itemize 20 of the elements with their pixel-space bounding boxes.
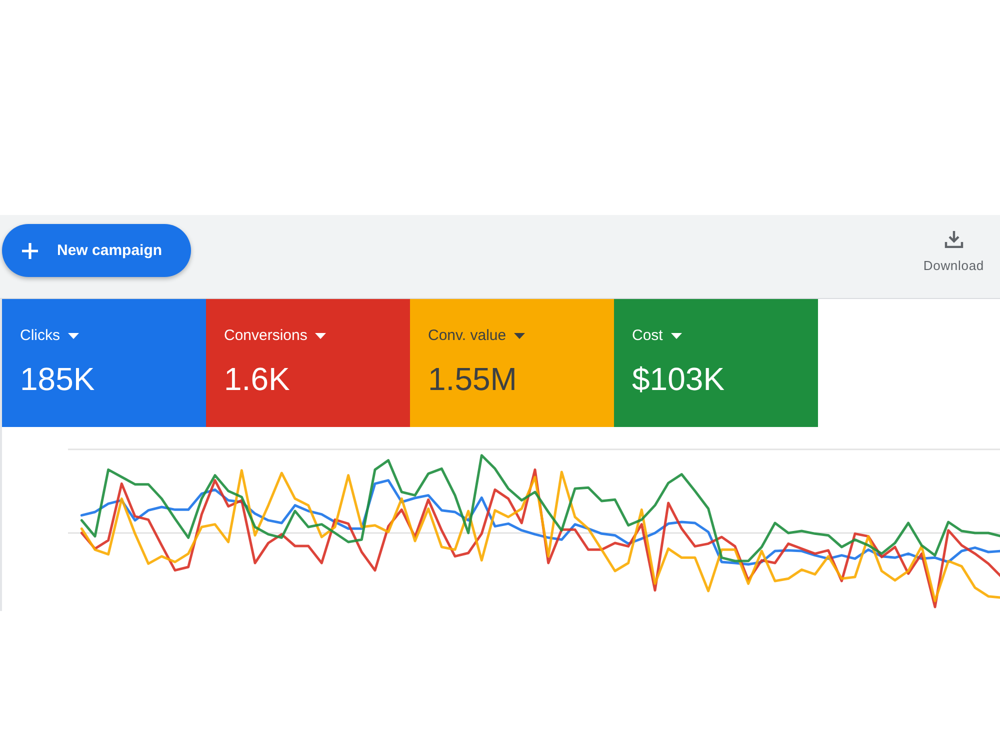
- metric-card[interactable]: Cost $103K: [614, 299, 818, 427]
- metric-dropdown[interactable]: Cost: [632, 327, 682, 344]
- metric-card[interactable]: Conv. value 1.55M: [410, 299, 614, 427]
- metric-value: $103K: [632, 361, 725, 398]
- metric-card[interactable]: Conversions 1.6K: [206, 299, 410, 427]
- metric-dropdown[interactable]: Conv. value: [428, 327, 526, 344]
- caret-icon: [670, 332, 682, 338]
- metric-value: 185K: [20, 361, 95, 398]
- download-button[interactable]: Download: [923, 224, 984, 273]
- new-campaign-button[interactable]: New campaign: [2, 224, 191, 277]
- caret-icon: [315, 332, 326, 338]
- plus-icon: [21, 242, 39, 260]
- metric-card[interactable]: Clicks 185K: [2, 299, 206, 427]
- caret-icon: [68, 332, 79, 338]
- metric-dropdown[interactable]: Conversions: [224, 327, 326, 344]
- metric-value: 1.55M: [428, 361, 517, 398]
- caret-icon: [514, 332, 526, 338]
- metric-dropdown[interactable]: Clicks: [20, 327, 79, 344]
- download-icon: [944, 230, 964, 248]
- metric-value: 1.6K: [224, 361, 290, 398]
